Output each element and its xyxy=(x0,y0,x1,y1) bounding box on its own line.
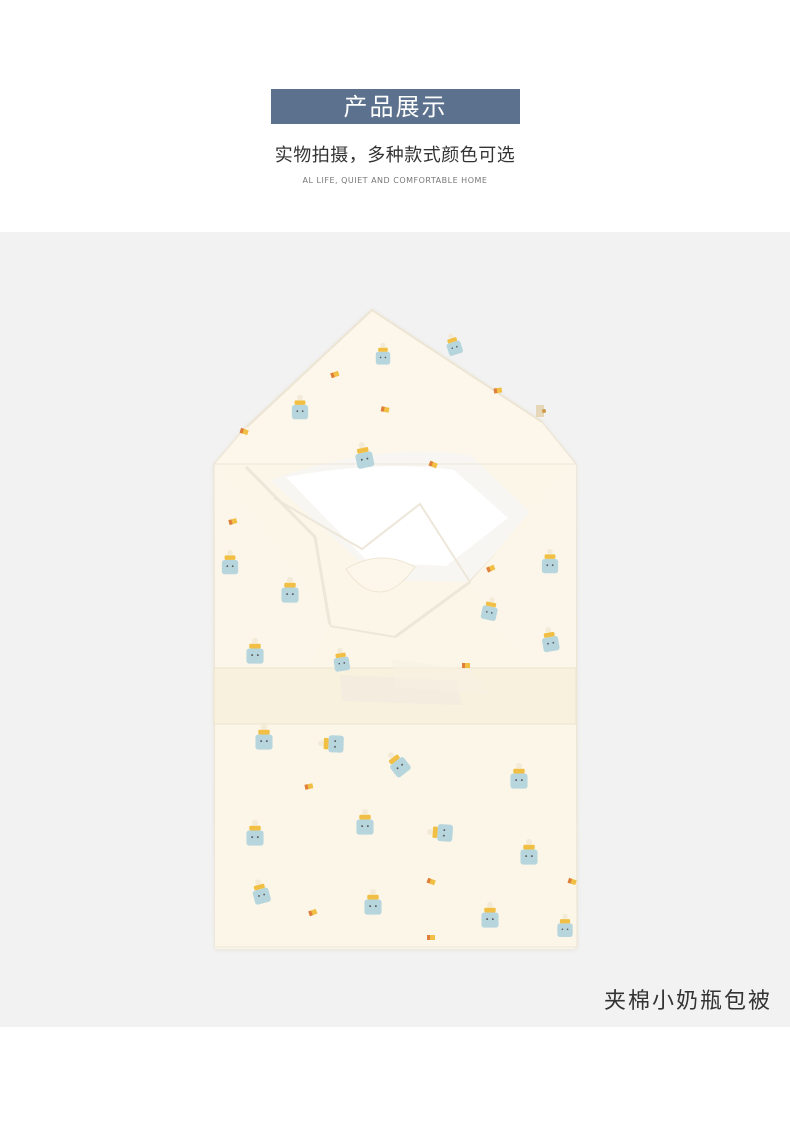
section-title: 产品展示 xyxy=(343,92,448,121)
section-tagline: AL LIFE, QUIET AND COMFORTABLE HOME xyxy=(302,176,488,185)
section-subtitle: 实物拍摄，多种款式颜色可选 xyxy=(274,145,516,166)
swaddle-blanket-image xyxy=(212,308,578,949)
section-title-badge: 产品展示 xyxy=(271,89,520,124)
page-header: 产品展示 实物拍摄，多种款式颜色可选 AL LIFE, QUIET AND CO… xyxy=(0,0,790,232)
product-caption: 夹棉小奶瓶包被 xyxy=(603,989,772,1014)
product-photo-area: 夹棉小奶瓶包被 xyxy=(0,232,790,1027)
page-footer-spacing xyxy=(0,1027,790,1125)
